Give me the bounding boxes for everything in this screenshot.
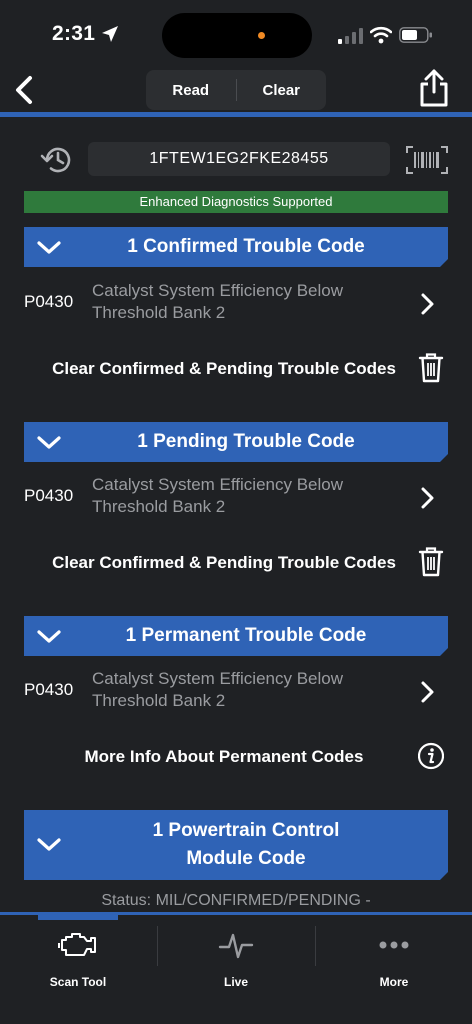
chevron-right-icon <box>421 681 434 703</box>
read-button[interactable]: Read <box>146 82 236 99</box>
trash-icon <box>418 353 444 383</box>
permanent-code-row[interactable]: P0430 Catalyst System Efficiency Below T… <box>24 668 448 716</box>
tab-label: More <box>379 975 409 989</box>
trouble-code: P0430 <box>24 292 74 311</box>
cellular-signal-icon <box>338 28 363 44</box>
trouble-code-description: Catalyst System Efficiency Below Thresho… <box>92 281 343 322</box>
chevron-down-icon <box>36 629 62 645</box>
section-title: 1 Confirmed Trouble Code <box>127 236 365 257</box>
history-icon[interactable] <box>40 144 74 176</box>
tab-label: Scan Tool <box>49 975 107 989</box>
clear-codes-label: Clear Confirmed & Pending Trouble Codes <box>52 553 396 572</box>
more-info-label: More Info About Permanent Codes <box>84 747 364 766</box>
section-title: 1 Permanent Trouble Code <box>125 625 367 646</box>
chevron-right-icon <box>421 293 434 315</box>
trouble-code: P0430 <box>24 486 74 505</box>
chevron-down-icon <box>36 837 62 853</box>
more-dots-icon <box>379 941 409 949</box>
clear-button[interactable]: Clear <box>237 82 327 99</box>
read-clear-segmented-control: Read Clear <box>146 70 326 110</box>
top-toolbar: Read Clear <box>0 68 472 116</box>
engine-icon <box>58 933 96 956</box>
confirmed-codes-header[interactable]: 1 Confirmed Trouble Code <box>24 227 448 267</box>
dynamic-island <box>162 13 312 58</box>
confirmed-code-row[interactable]: P0430 Catalyst System Efficiency Below T… <box>24 280 448 328</box>
tab-live[interactable]: Live <box>158 920 314 992</box>
pending-code-row[interactable]: P0430 Catalyst System Efficiency Below T… <box>24 474 448 522</box>
section-title: 1 Pending Trouble Code <box>137 431 355 452</box>
pending-codes-header[interactable]: 1 Pending Trouble Code <box>24 422 448 462</box>
tab-label: Live <box>223 975 248 989</box>
pcm-status-text: Status: MIL/CONFIRMED/PENDING - <box>101 892 371 909</box>
vin-field[interactable]: 1FTEW1EG2FKE28455 <box>88 142 390 176</box>
barcode-scan-icon[interactable] <box>406 146 448 174</box>
pulse-icon <box>218 933 254 959</box>
trouble-code: P0430 <box>24 680 74 699</box>
bottom-tab-bar: Scan Tool Live More <box>0 912 472 1024</box>
share-icon[interactable] <box>416 68 452 108</box>
trouble-code-description: Catalyst System Efficiency Below Thresho… <box>92 669 343 710</box>
privacy-indicator-dot <box>258 32 265 39</box>
wifi-icon <box>370 26 392 44</box>
location-arrow-icon <box>102 26 118 42</box>
chevron-down-icon <box>36 435 62 451</box>
permanent-codes-header[interactable]: 1 Permanent Trouble Code <box>24 616 448 656</box>
clear-codes-label: Clear Confirmed & Pending Trouble Codes <box>52 359 396 378</box>
header-accent-line <box>0 112 472 117</box>
tab-more[interactable]: More <box>316 920 472 992</box>
battery-icon <box>399 27 432 43</box>
enhanced-diagnostics-banner: Enhanced Diagnostics Supported <box>24 191 448 213</box>
status-bar: 2:31 <box>0 0 472 68</box>
pcm-codes-header[interactable]: 1 Powertrain Control Module Code <box>24 810 448 880</box>
chevron-right-icon <box>421 487 434 509</box>
back-chevron-icon[interactable] <box>8 72 40 108</box>
tab-scan-tool[interactable]: Scan Tool <box>0 920 156 992</box>
section-title: 1 Powertrain Control Module Code <box>152 820 340 869</box>
trash-icon <box>418 547 444 577</box>
info-icon <box>418 742 444 770</box>
chevron-down-icon <box>36 240 62 256</box>
status-time: 2:31 <box>52 22 96 45</box>
clear-codes-action-2[interactable]: Clear Confirmed & Pending Trouble Codes <box>24 546 448 580</box>
permanent-codes-info-action[interactable]: More Info About Permanent Codes <box>24 740 448 774</box>
trouble-code-description: Catalyst System Efficiency Below Thresho… <box>92 475 343 516</box>
clear-codes-action-1[interactable]: Clear Confirmed & Pending Trouble Codes <box>24 352 448 386</box>
